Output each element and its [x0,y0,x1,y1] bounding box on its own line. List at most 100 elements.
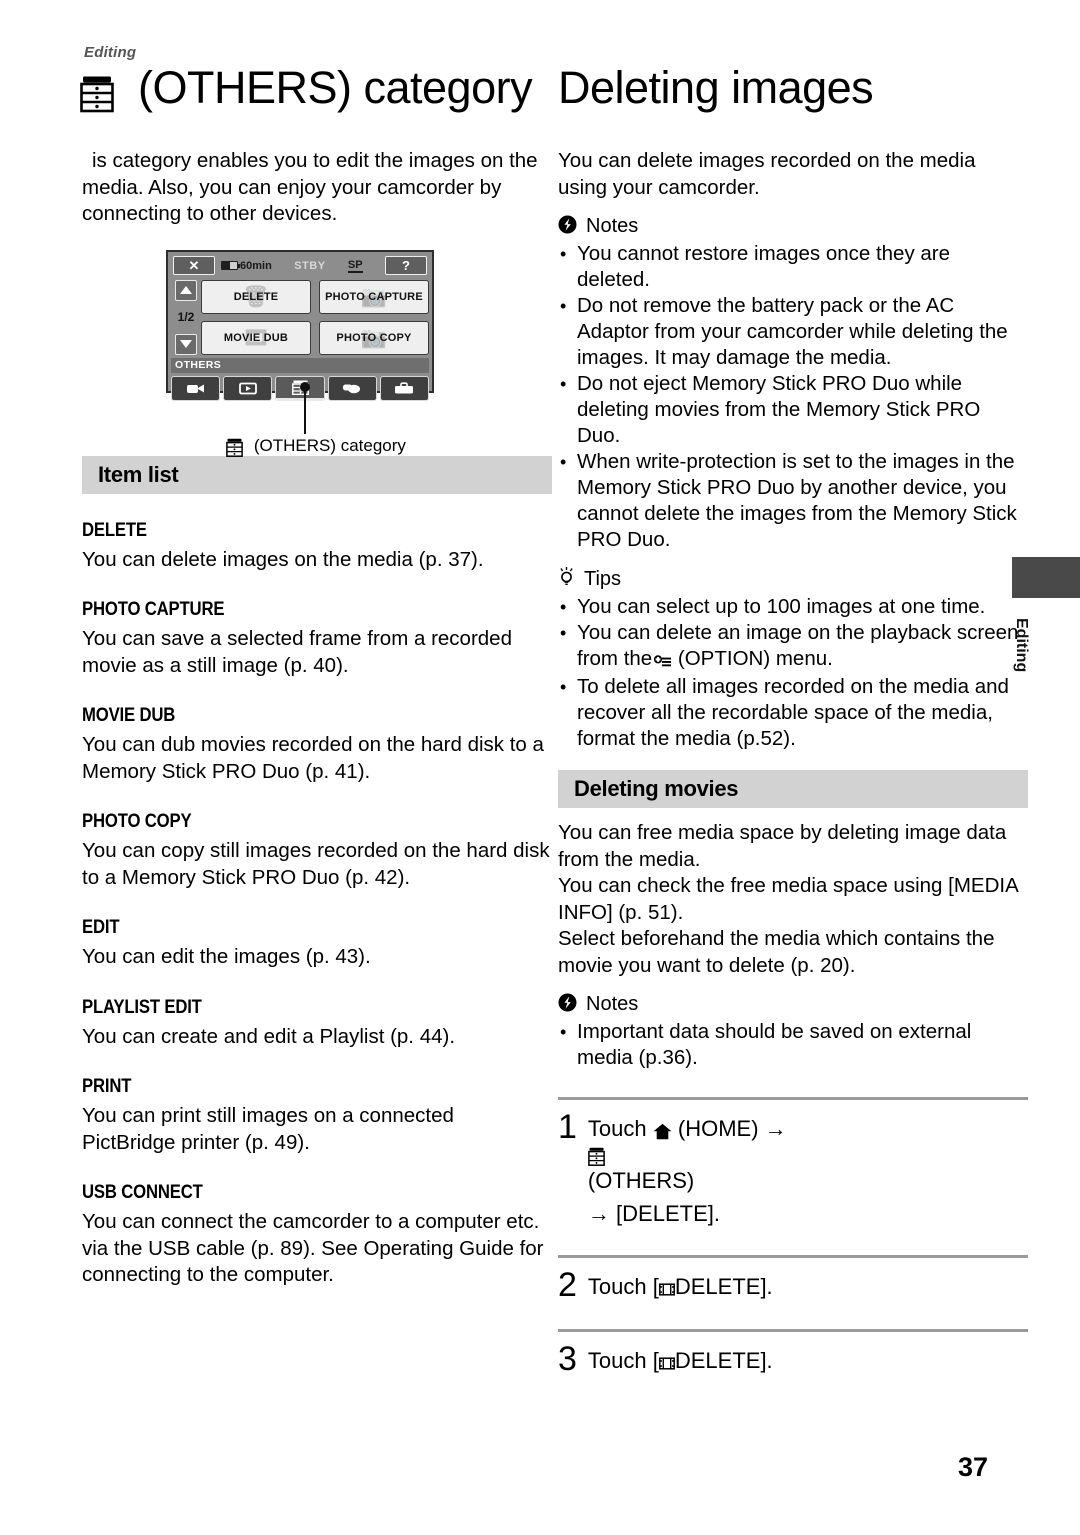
play-icon [238,382,257,394]
tips-list: You can select up to 100 images at one t… [558,594,1028,752]
left-intro-paragraph: is category enables you to edit the imag… [82,149,538,225]
step-2-post: DELETE]. [674,1274,773,1299]
screen-menu-item-photo-capture[interactable]: 📷 PHOTO CAPTURE [319,279,429,314]
battery-icon [221,261,240,270]
others-category-icon [588,1147,787,1166]
section-title-item-list: Item list [82,455,552,494]
screen-status-text: STBY [294,259,326,272]
step-3: 3 Touch [ DELETE]. [558,1329,1028,1377]
item-body-photo-copy: You can copy still images recorded on th… [82,839,550,889]
step-2-pre: Touch [ [587,1274,659,1299]
screen-menu-area: 1/2 🗑 DELETE 📷 PHOTO CAPTURE 🎞 MOVIE DUB… [171,277,429,355]
figure-caption: (OTHERS) category [166,436,466,459]
media-icon [343,384,361,393]
notes-heading: Notes [558,215,1028,238]
screen-category-label: OTHERS [171,357,429,373]
screen-tab-playback[interactable] [223,375,273,401]
tips-bulb-icon [558,567,575,591]
item-heading-photo-copy: PHOTO COPY [82,811,192,832]
tips-heading-text: Tips [584,567,622,590]
step-3-number: 3 [558,1340,577,1378]
screen-tab-camera[interactable] [171,375,221,401]
step-1-mid1: (HOME) [677,1116,759,1141]
step-1-arrow1: → [764,1116,787,1141]
notes-warning-icon [558,993,577,1016]
page-titles: (OTHERS) category Deleting images [80,62,1010,124]
screen-status-bar: ✕ 60min STBY SP ? [171,255,429,277]
item-list: DELETE You can delete images on the medi… [82,520,552,1289]
item-body-edit: You can edit the images (p. 43). [82,945,371,968]
item-heading-usb-connect: USB CONNECT [82,1182,203,1203]
edge-tab-marker [1012,557,1080,598]
item-heading-playlist-edit: PLAYLIST EDIT [82,996,202,1018]
notes-heading-text: Notes [586,215,639,237]
step-2-text: Touch [ DELETE]. [588,1268,773,1303]
item-body-delete: You can delete images on the media (p. 3… [82,547,484,571]
item-body-print: You can print still images on a connecte… [82,1104,454,1154]
scroll-down-arrow[interactable] [175,333,197,355]
camcorder-icon [186,384,204,393]
notes2-list: Important data should be saved on extern… [558,1019,1028,1071]
screen-menu-item-movie-dub-label: MOVIE DUB [223,331,289,344]
tips-heading: Tips [558,567,1028,591]
screen-menu-item-delete[interactable]: 🗑 DELETE [201,279,311,314]
note-item: You cannot restore images once they are … [558,241,1028,293]
section-title-deleting-movies: Deleting movies [558,770,1028,808]
screen-menu-item-delete-label: DELETE [233,290,279,303]
lcd-figure: ✕ 60min STBY SP ? 1/2 🗑 DELETE 📷 PHOTO C… [82,249,552,457]
note-item: Important data should be saved on extern… [558,1019,1028,1071]
screen-menu-item-photo-copy[interactable]: 📷 PHOTO COPY [319,320,429,355]
step-2: 2 Touch [ DELETE]. [558,1255,1028,1303]
screen-tab-manage-media[interactable] [327,375,377,401]
step-2-number: 2 [558,1266,577,1304]
notes2-heading-text: Notes [586,993,639,1015]
step-1-post: [DELETE]. [616,1201,720,1226]
step-1-arrow2: → [587,1201,610,1226]
edge-tab-label: Editing [1013,617,1030,673]
page-title-left: (OTHERS) category [80,62,533,119]
step-1: 1 Touch (HOME) → (OTHERS) → [DELETE]. [558,1097,1028,1229]
tip-item: To delete all images recorded on the med… [558,674,1028,752]
tip-item: You can delete an image on the playback … [558,620,1028,674]
item-heading-print: PRINT [82,1076,132,1097]
step-3-post: DELETE]. [674,1348,773,1373]
screen-quality-badge: SP [347,258,363,273]
deleting-movies-body: You can free media space by deleting ima… [558,821,1018,977]
screen-menu-item-movie-dub[interactable]: 🎞 MOVIE DUB [201,320,311,355]
step-3-text: Touch [ DELETE]. [588,1342,773,1377]
running-head: Editing [84,44,137,61]
notes2-heading: Notes [558,993,1028,1016]
figure-pointer-dot [300,381,310,392]
others-category-icon [80,67,132,118]
screen-close-button[interactable]: ✕ [173,256,215,275]
home-icon [653,1118,672,1143]
step-1-text: Touch (HOME) → (OTHERS) → [DELETE]. [588,1110,787,1229]
step-3-pre: Touch [ [587,1348,659,1373]
triangle-down-icon [180,340,192,348]
option-menu-icon [652,649,672,672]
screen-scroll-controls: 1/2 [171,279,201,355]
screen-menu-grid: 🗑 DELETE 📷 PHOTO CAPTURE 🎞 MOVIE DUB 📷 P… [201,279,429,355]
notes-list: You cannot restore images once they are … [558,241,1028,553]
figure-caption-text: (OTHERS) category [253,435,406,455]
tip-item-post: (OPTION) menu. [677,647,833,670]
screen-menu-item-photo-capture-label: PHOTO CAPTURE [325,290,423,303]
step-1-pre: Touch [587,1116,647,1141]
note-item: Do not remove the battery pack or the AC… [558,293,1028,371]
note-item: Do not eject Memory Stick PRO Duo while … [558,371,1028,449]
item-body-photo-capture: You can save a selected frame from a rec… [82,627,512,677]
page-number: 37 [958,1452,989,1482]
item-body-usb-connect: You can connect the camcorder to a compu… [82,1210,544,1286]
notes-warning-icon [558,215,577,238]
scroll-up-arrow[interactable] [175,279,197,301]
toolbox-icon [395,381,414,393]
right-intro-paragraph: You can delete images recorded on the me… [558,149,976,199]
figure-pointer-line [304,385,306,434]
film-icon [658,1275,675,1300]
screen-menu-item-photo-copy-label: PHOTO COPY [336,331,412,344]
camcorder-screen: ✕ 60min STBY SP ? 1/2 🗑 DELETE 📷 PHOTO C… [166,249,434,401]
screen-tab-settings[interactable] [379,375,430,401]
page-title-left-text: (OTHERS) category [138,62,533,113]
screen-help-button[interactable]: ? [385,256,427,275]
others-category-icon [226,438,251,458]
